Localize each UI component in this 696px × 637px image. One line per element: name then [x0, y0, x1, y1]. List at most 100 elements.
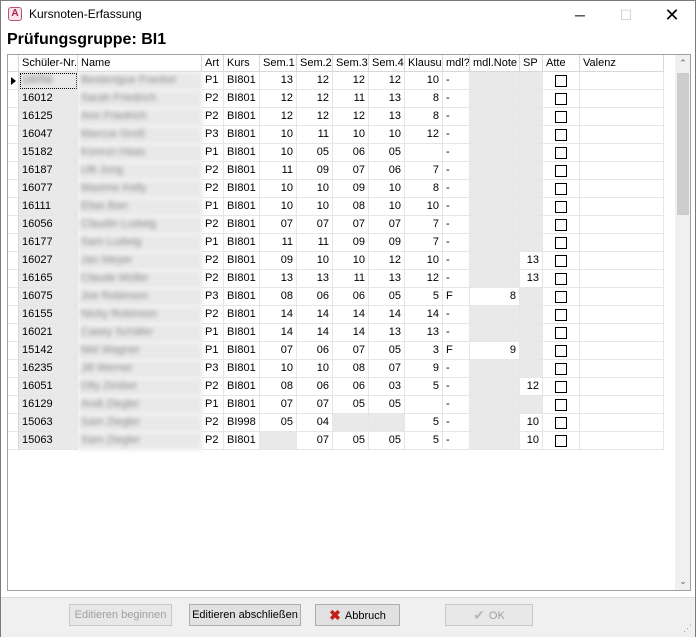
edit-finish-button[interactable]: Editieren abschließen: [189, 604, 301, 626]
cell-kurs[interactable]: BI801: [224, 108, 260, 126]
cell-s2[interactable]: 13: [297, 270, 333, 288]
cell-valenz[interactable]: [580, 288, 664, 306]
cell-name[interactable]: Marcus Groß: [78, 126, 202, 144]
edit-begin-button[interactable]: Editieren beginnen: [69, 604, 172, 626]
cell-sp[interactable]: [520, 90, 543, 108]
cell-nr[interactable]: 16077: [19, 180, 78, 198]
cell-s1[interactable]: 07: [260, 342, 297, 360]
cell-s2[interactable]: 07: [297, 432, 333, 450]
cell-art[interactable]: P3: [202, 126, 224, 144]
cell-sp[interactable]: [520, 396, 543, 414]
cell-atte[interactable]: [543, 432, 580, 450]
table-row[interactable]: 16111 Elias Barr P1 BI801 10 10 08 10 10-: [8, 198, 674, 216]
table-row[interactable]: 16056 Claudin Ludwig P2 BI801 07 07 07 07 7-: [8, 216, 674, 234]
cell-s4[interactable]: 10: [369, 198, 405, 216]
cell-s2[interactable]: 14: [297, 324, 333, 342]
cell-klausur[interactable]: 3: [405, 342, 443, 360]
cell-mdl[interactable]: -: [443, 126, 470, 144]
cell-art[interactable]: P2: [202, 162, 224, 180]
cell-atte[interactable]: [543, 126, 580, 144]
cell-s4[interactable]: 05: [369, 396, 405, 414]
cell-valenz[interactable]: [580, 252, 664, 270]
cell-kurs[interactable]: BI801: [224, 360, 260, 378]
cell-atte[interactable]: [543, 180, 580, 198]
cell-nr[interactable]: 16051: [19, 378, 78, 396]
cell-s3[interactable]: [333, 414, 369, 432]
cell-s2[interactable]: 12: [297, 108, 333, 126]
table-row[interactable]: 16056 Bestenigue Frankel P1 BI801 13 12 12 12 10…: [8, 72, 674, 90]
cell-atte[interactable]: [543, 324, 580, 342]
cell-atte[interactable]: [543, 90, 580, 108]
cell-s3[interactable]: 06: [333, 288, 369, 306]
cell-name[interactable]: Claude Müller: [78, 270, 202, 288]
cell-s1[interactable]: 14: [260, 324, 297, 342]
cell-art[interactable]: P2: [202, 252, 224, 270]
atte-checkbox[interactable]: [555, 111, 567, 123]
cell-mdl-note[interactable]: 8: [470, 288, 520, 306]
table-row[interactable]: 15063 Sam Ziegler P2 BI801 07 05 05 5-10: [8, 432, 674, 450]
cell-kurs[interactable]: BI801: [224, 162, 260, 180]
cell-atte[interactable]: [543, 72, 580, 90]
cell-name[interactable]: Olly Zimber: [78, 378, 202, 396]
cell-art[interactable]: P2: [202, 306, 224, 324]
cell-s4[interactable]: 13: [369, 270, 405, 288]
cell-mdl-note[interactable]: [470, 378, 520, 396]
cell-klausur[interactable]: 12: [405, 126, 443, 144]
cell-mdl[interactable]: F: [443, 342, 470, 360]
cell-klausur[interactable]: 8: [405, 180, 443, 198]
cell-s4[interactable]: 14: [369, 306, 405, 324]
cell-klausur[interactable]: 5: [405, 414, 443, 432]
cell-s2[interactable]: 06: [297, 288, 333, 306]
cell-kurs[interactable]: BI801: [224, 90, 260, 108]
cell-mdl-note[interactable]: [470, 126, 520, 144]
cell-atte[interactable]: [543, 270, 580, 288]
cell-atte[interactable]: [543, 216, 580, 234]
cell-kurs[interactable]: BI801: [224, 144, 260, 162]
cell-mdl[interactable]: -: [443, 306, 470, 324]
column-header[interactable]: SP: [520, 55, 543, 72]
cell-valenz[interactable]: [580, 342, 664, 360]
cell-sp[interactable]: [520, 162, 543, 180]
cell-s4[interactable]: 07: [369, 216, 405, 234]
cell-atte[interactable]: [543, 198, 580, 216]
cell-name[interactable]: Sam Ziegler: [78, 414, 202, 432]
cell-s3[interactable]: 08: [333, 360, 369, 378]
cell-valenz[interactable]: [580, 306, 664, 324]
cell-s1[interactable]: 07: [260, 216, 297, 234]
atte-checkbox[interactable]: [555, 309, 567, 321]
cell-name[interactable]: Ulli Jung: [78, 162, 202, 180]
cell-kurs[interactable]: BI801: [224, 234, 260, 252]
cell-mdl-note[interactable]: [470, 90, 520, 108]
cell-kurs[interactable]: BI801: [224, 180, 260, 198]
atte-checkbox[interactable]: [555, 93, 567, 105]
cell-mdl-note[interactable]: [470, 144, 520, 162]
atte-checkbox[interactable]: [555, 435, 567, 447]
cell-name[interactable]: Sarah Friedrich: [78, 90, 202, 108]
cell-valenz[interactable]: [580, 90, 664, 108]
cell-nr[interactable]: 16187: [19, 162, 78, 180]
cell-kurs[interactable]: BI801: [224, 198, 260, 216]
column-header[interactable]: Sem.3: [333, 55, 369, 72]
column-header[interactable]: Art: [202, 55, 224, 72]
cell-s4[interactable]: 12: [369, 252, 405, 270]
cell-atte[interactable]: [543, 234, 580, 252]
cell-s1[interactable]: 11: [260, 234, 297, 252]
cell-s3[interactable]: 07: [333, 342, 369, 360]
cell-s1[interactable]: 05: [260, 414, 297, 432]
cell-klausur[interactable]: 5: [405, 432, 443, 450]
table-row[interactable]: 16051 Olly Zimber P2 BI801 08 06 06 03 5-12: [8, 378, 674, 396]
cell-kurs[interactable]: BI801: [224, 324, 260, 342]
cell-s2[interactable]: 06: [297, 378, 333, 396]
cell-nr[interactable]: 15182: [19, 144, 78, 162]
atte-checkbox[interactable]: [555, 201, 567, 213]
cell-atte[interactable]: [543, 414, 580, 432]
cell-s2[interactable]: 11: [297, 126, 333, 144]
cell-s1[interactable]: 08: [260, 378, 297, 396]
cell-s4[interactable]: 06: [369, 162, 405, 180]
cell-mdl-note[interactable]: [470, 252, 520, 270]
cell-s2[interactable]: 07: [297, 396, 333, 414]
atte-checkbox[interactable]: [555, 165, 567, 177]
cell-s2[interactable]: 10: [297, 180, 333, 198]
cell-art[interactable]: P2: [202, 180, 224, 198]
cell-mdl-note[interactable]: [470, 306, 520, 324]
